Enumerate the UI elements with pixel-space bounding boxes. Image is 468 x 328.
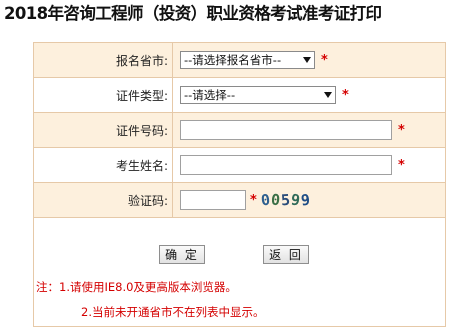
confirm-button[interactable]: 确 定 (159, 245, 205, 264)
captcha-field-cell: * 0 0 5 9 9 (173, 183, 445, 217)
form-row-captcha: 验证码: * 0 0 5 9 9 (34, 183, 445, 218)
name-input[interactable] (180, 155, 392, 175)
id-type-select[interactable]: --请选择-- (180, 86, 336, 104)
form-row-id-number: 证件号码: * (34, 113, 445, 148)
required-mark: * (398, 157, 405, 173)
page-title: 2018年咨询工程师（投资）职业资格考试准考证打印 (4, 4, 382, 23)
id-type-select-value: --请选择-- (184, 88, 236, 102)
province-label: 报名省市: (34, 43, 173, 77)
captcha-char: 9 (300, 190, 312, 210)
required-mark: * (398, 122, 405, 138)
form-row-province: 报名省市: --请选择报名省市-- * (34, 43, 445, 78)
id-number-label: 证件号码: (34, 113, 173, 147)
required-mark: * (342, 87, 349, 103)
form-row-name: 考生姓名: * (34, 148, 445, 183)
name-field-cell: * (173, 148, 445, 182)
required-mark: * (321, 52, 328, 68)
form-row-id-type: 证件类型: --请选择-- * (34, 78, 445, 113)
captcha-input[interactable] (180, 190, 246, 210)
id-type-label: 证件类型: (34, 78, 173, 112)
required-mark: * (250, 192, 257, 208)
id-type-field-cell: --请选择-- * (173, 78, 445, 112)
chevron-down-icon (324, 92, 332, 98)
chevron-down-icon (303, 57, 311, 63)
page: 2018年咨询工程师（投资）职业资格考试准考证打印 报名省市: --请选择报名省… (0, 0, 468, 328)
name-label: 考生姓名: (34, 148, 173, 182)
province-field-cell: --请选择报名省市-- * (173, 43, 445, 77)
back-button[interactable]: 返 回 (263, 245, 309, 264)
id-number-field-cell: * (173, 113, 445, 147)
note-line-1: 注：1.请使用IE8.0及更高版本浏览器。 (36, 280, 237, 294)
note-line-2: 2.当前未开通省市不在列表中显示。 (81, 305, 265, 319)
captcha-image[interactable]: 0 0 5 9 9 (260, 188, 327, 212)
id-number-input[interactable] (180, 120, 392, 140)
province-select-value: --请选择报名省市-- (184, 53, 282, 67)
admission-ticket-form: 报名省市: --请选择报名省市-- * 证件类型: --请选择-- * 证件号码… (33, 42, 446, 327)
province-select[interactable]: --请选择报名省市-- (180, 51, 315, 69)
captcha-label: 验证码: (34, 183, 173, 217)
